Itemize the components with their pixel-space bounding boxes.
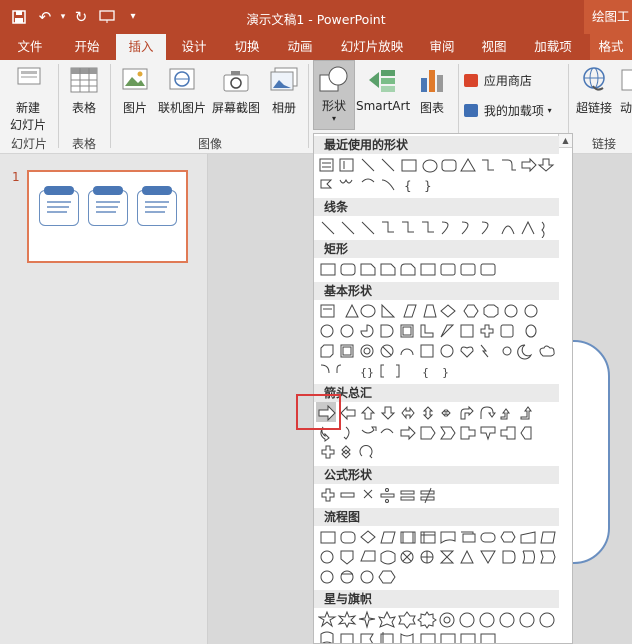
tab-slideshow[interactable]: 幻灯片放映 xyxy=(330,34,414,60)
tab-home[interactable]: 开始 xyxy=(62,34,112,60)
svg-text:{: { xyxy=(422,366,429,379)
table-label: 表格 xyxy=(71,101,96,115)
shapes-button[interactable]: 形状 ▾ xyxy=(313,60,355,130)
shape-row[interactable] xyxy=(318,610,558,643)
new-slide-label2: 幻灯片 xyxy=(9,118,46,132)
shapes-label: 形状 xyxy=(321,99,346,113)
smartart-label: SmartArt xyxy=(356,99,411,113)
category-arrows: 箭头总汇 xyxy=(314,384,559,402)
chart-button[interactable]: 图表 xyxy=(412,66,452,116)
slide-thumbnail[interactable] xyxy=(27,170,188,263)
shape-row[interactable] xyxy=(318,260,558,280)
svg-text:}: } xyxy=(424,179,432,193)
tab-addins[interactable]: 加载项 xyxy=(524,34,582,60)
tab-view[interactable]: 视图 xyxy=(470,34,518,60)
shape-row[interactable] xyxy=(318,528,558,584)
new-slide-icon xyxy=(17,67,41,85)
shapes-gallery: ▲ 最近使用的形状 {} 线条 矩形 基本形状 {} {} 箭头总汇 公式形状… xyxy=(313,133,573,644)
thumb-card xyxy=(39,186,79,226)
category-lines: 线条 xyxy=(314,198,559,216)
table-button[interactable]: 表格 xyxy=(64,66,104,116)
smartart-button[interactable]: SmartArt xyxy=(356,66,410,113)
my-addins-button[interactable]: 我的加载项 ▾ xyxy=(464,102,564,119)
tab-transitions[interactable]: 切换 xyxy=(222,34,272,60)
tab-file[interactable]: 文件 xyxy=(8,34,52,60)
ribbon-tabs: 文件 开始 插入 设计 切换 动画 幻灯片放映 审阅 视图 加载项 格式 xyxy=(0,34,632,60)
tab-review[interactable]: 审阅 xyxy=(418,34,466,60)
line-shapes-icon xyxy=(321,220,545,238)
right-arrow-icon[interactable] xyxy=(317,404,337,422)
album-button[interactable]: 相册 xyxy=(264,66,304,116)
tab-format[interactable]: 格式 xyxy=(590,34,632,60)
shape-row[interactable]: {} xyxy=(318,156,558,193)
my-addins-label: 我的加载项 xyxy=(483,104,544,118)
picture-icon xyxy=(122,68,148,90)
slides-pane: 1 xyxy=(0,154,208,644)
flowchart-shapes-icon xyxy=(320,530,556,584)
app-store-button[interactable]: 应用商店 xyxy=(464,72,564,89)
basic-shapes-icon: {} {} xyxy=(320,303,555,379)
document-title: 演示文稿1 - PowerPoint xyxy=(246,12,386,27)
scroll-up-icon[interactable]: ▲ xyxy=(558,134,572,148)
screenshot-label: 屏幕截图 xyxy=(211,101,260,115)
shape-row[interactable] xyxy=(318,218,558,238)
app-store-label: 应用商店 xyxy=(483,74,532,88)
new-slide-button[interactable]: 新建 幻灯片 xyxy=(4,66,52,133)
picture-label: 图片 xyxy=(122,101,147,115)
camera-icon xyxy=(223,71,249,92)
category-basic: 基本形状 xyxy=(314,282,559,300)
online-picture-icon xyxy=(169,68,195,90)
context-title: 绘图工 xyxy=(584,0,632,34)
addins-icon xyxy=(464,104,478,117)
recent-shapes-icon: {} xyxy=(319,157,555,193)
category-rectangles: 矩形 xyxy=(314,240,559,258)
svg-text:{: { xyxy=(404,179,412,193)
shapes-dropdown-icon: ▾ xyxy=(331,114,336,123)
group-tables-label: 表格 xyxy=(71,137,96,151)
new-slide-label: 新建 xyxy=(15,101,40,115)
group-slides-label: 幻灯片 xyxy=(10,137,47,151)
category-flowchart: 流程图 xyxy=(314,508,559,526)
arrow-shapes-icon xyxy=(320,405,532,459)
my-addins-dropdown-icon: ▾ xyxy=(547,106,552,115)
hyperlink-label: 超链接 xyxy=(575,101,612,115)
online-picture-button[interactable]: 联机图片 xyxy=(156,66,208,116)
store-icon xyxy=(464,74,478,87)
category-stars: 星与旗帜 xyxy=(314,590,559,608)
thumb-card xyxy=(88,186,128,226)
smartart-icon xyxy=(369,70,395,92)
hyperlink-icon xyxy=(583,67,605,91)
shape-row[interactable] xyxy=(318,404,558,459)
title-bar: ↶ ▾ ↻ ▾ 演示文稿1 - PowerPoint 绘图工 xyxy=(0,0,632,34)
svg-text:}: } xyxy=(442,366,449,379)
online-picture-label: 联机图片 xyxy=(157,101,206,115)
hyperlink-button[interactable]: 超链接 xyxy=(572,66,616,116)
tab-animations[interactable]: 动画 xyxy=(276,34,324,60)
chart-icon xyxy=(421,70,443,92)
svg-text:{}: {} xyxy=(360,366,374,379)
action-label: 动 xyxy=(620,101,632,115)
picture-button[interactable]: 图片 xyxy=(116,66,154,116)
tab-design[interactable]: 设计 xyxy=(170,34,218,60)
category-recent: 最近使用的形状 xyxy=(314,136,559,154)
album-icon xyxy=(270,67,298,91)
album-label: 相册 xyxy=(271,101,296,115)
screenshot-button[interactable]: 屏幕截图 xyxy=(210,66,262,116)
action-button[interactable]: 动 xyxy=(620,66,632,116)
action-icon xyxy=(621,69,632,91)
shape-row[interactable] xyxy=(318,486,558,506)
shape-row[interactable]: {} {} xyxy=(318,302,558,379)
group-links-label: 链接 xyxy=(592,137,617,151)
slide-number: 1 xyxy=(12,170,20,184)
group-images-label: 图像 xyxy=(197,137,222,151)
table-icon xyxy=(70,67,98,93)
equation-shapes-icon xyxy=(321,487,435,504)
chart-label: 图表 xyxy=(419,101,444,115)
star-shapes-icon xyxy=(318,610,555,643)
thumb-card xyxy=(137,186,177,226)
tab-insert[interactable]: 插入 xyxy=(116,34,166,60)
category-equations: 公式形状 xyxy=(314,466,559,484)
shapes-icon xyxy=(319,66,348,92)
rectangle-shapes-icon xyxy=(320,263,496,276)
